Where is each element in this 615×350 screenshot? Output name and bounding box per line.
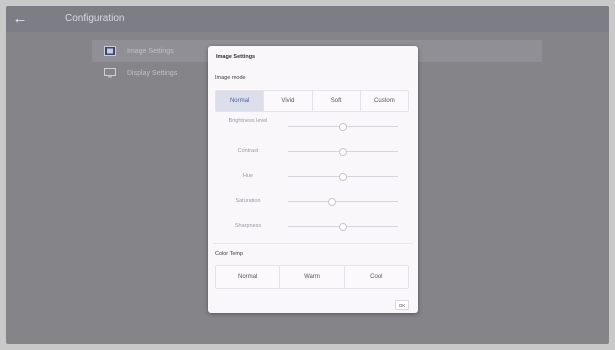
sharpness-label: Sharpness	[234, 223, 262, 229]
color-temp-option-cool[interactable]: Cool	[343, 266, 408, 288]
image-mode-option-normal[interactable]: Normal	[216, 91, 264, 111]
brightness-slider-thumb[interactable]	[339, 122, 347, 131]
color-temp-label: Color Temp	[215, 251, 244, 257]
contrast-slider[interactable]	[288, 147, 398, 156]
header-bar: ← Configuration	[6, 6, 609, 32]
image-settings-dialog: Image Settings Image mode Normal Vivid S…	[208, 46, 418, 313]
contrast-label: Contrast	[237, 148, 259, 154]
image-mode-label: Image mode	[215, 75, 246, 81]
saturation-slider-row: Saturation	[215, 194, 409, 212]
color-temp-option-warm[interactable]: Warm	[279, 266, 343, 288]
app-window: ← Configuration Image Settings Display S…	[6, 6, 609, 344]
color-temp-selector: Normal Warm Cool	[215, 265, 409, 289]
brightness-slider[interactable]	[288, 122, 398, 131]
image-mode-option-soft[interactable]: Soft	[311, 91, 360, 111]
ok-button[interactable]: OK	[395, 300, 409, 310]
dialog-title: Image Settings	[216, 54, 256, 60]
saturation-label: Saturation	[235, 198, 261, 204]
contrast-slider-thumb[interactable]	[339, 147, 347, 156]
saturation-slider-thumb[interactable]	[328, 197, 336, 206]
back-button[interactable]: ←	[12, 9, 28, 29]
sharpness-slider-row: Sharpness	[215, 219, 409, 237]
sharpness-slider-thumb[interactable]	[339, 222, 347, 231]
sharpness-slider[interactable]	[288, 222, 398, 231]
contrast-slider-row: Contrast	[215, 144, 409, 162]
arrow-left-icon: ←	[12, 10, 28, 27]
image-mode-option-custom[interactable]: Custom	[359, 91, 408, 111]
image-mode-selector: Normal Vivid Soft Custom	[215, 90, 409, 112]
brightness-slider-row: Brightness level	[215, 118, 409, 136]
hue-slider-row: Hue	[215, 169, 409, 187]
color-temp-option-normal[interactable]: Normal	[216, 266, 279, 288]
image-mode-option-vivid[interactable]: Vivid	[263, 91, 311, 111]
page-title: Configuration	[65, 13, 125, 24]
saturation-slider[interactable]	[288, 197, 398, 206]
section-divider	[213, 243, 413, 244]
hue-slider-thumb[interactable]	[339, 172, 347, 181]
hue-slider[interactable]	[288, 172, 398, 181]
brightness-label: Brightness level	[228, 118, 268, 124]
hue-label: Hue	[242, 173, 254, 179]
